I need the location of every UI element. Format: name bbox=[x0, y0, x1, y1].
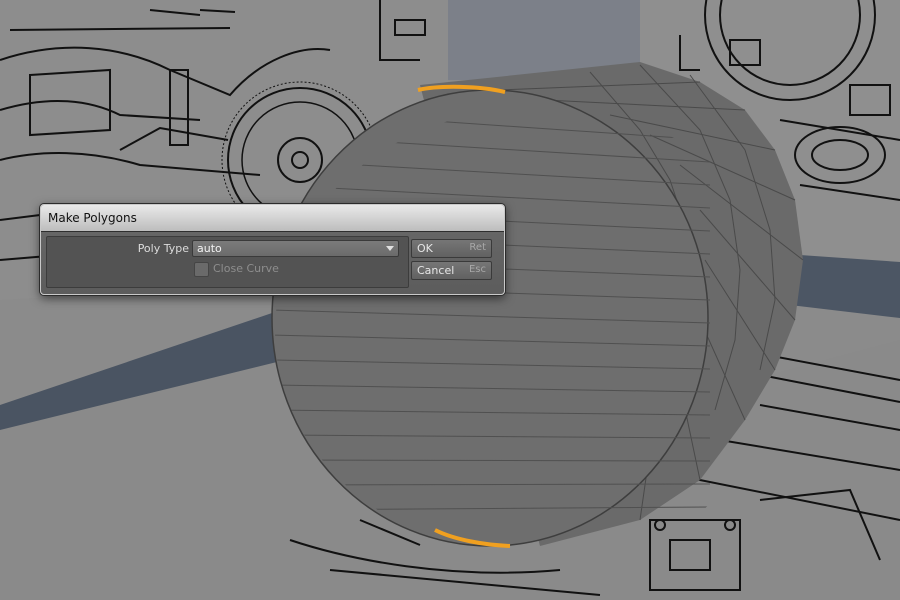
chevron-down-icon[interactable] bbox=[386, 246, 394, 251]
poly-type-dropdown[interactable]: auto bbox=[192, 240, 399, 257]
cancel-shortcut-hint: Esc bbox=[468, 264, 486, 275]
dialog-title: Make Polygons bbox=[48, 211, 137, 225]
ok-shortcut-hint: Ret bbox=[469, 242, 486, 253]
viewport-scene[interactable] bbox=[0, 0, 900, 600]
3d-viewport[interactable] bbox=[0, 0, 900, 600]
poly-type-label: Poly Type bbox=[137, 242, 189, 255]
poly-type-value: auto bbox=[197, 242, 222, 255]
make-polygons-dialog[interactable]: Make Polygons Poly Type auto Close Curve… bbox=[40, 204, 505, 295]
ok-button-label: OK bbox=[417, 242, 433, 255]
ok-button[interactable]: OK Ret bbox=[411, 239, 492, 258]
cancel-button-label: Cancel bbox=[417, 264, 455, 277]
dialog-button-panel: OK Ret Cancel Esc bbox=[411, 236, 497, 286]
cylinder-front-face[interactable] bbox=[271, 89, 709, 547]
cancel-button[interactable]: Cancel Esc bbox=[411, 261, 492, 280]
close-curve-label: Close Curve bbox=[213, 262, 279, 275]
dialog-options-panel: Poly Type auto Close Curve bbox=[46, 236, 409, 288]
close-curve-checkbox[interactable] bbox=[194, 262, 209, 277]
dialog-titlebar[interactable]: Make Polygons bbox=[41, 205, 504, 232]
